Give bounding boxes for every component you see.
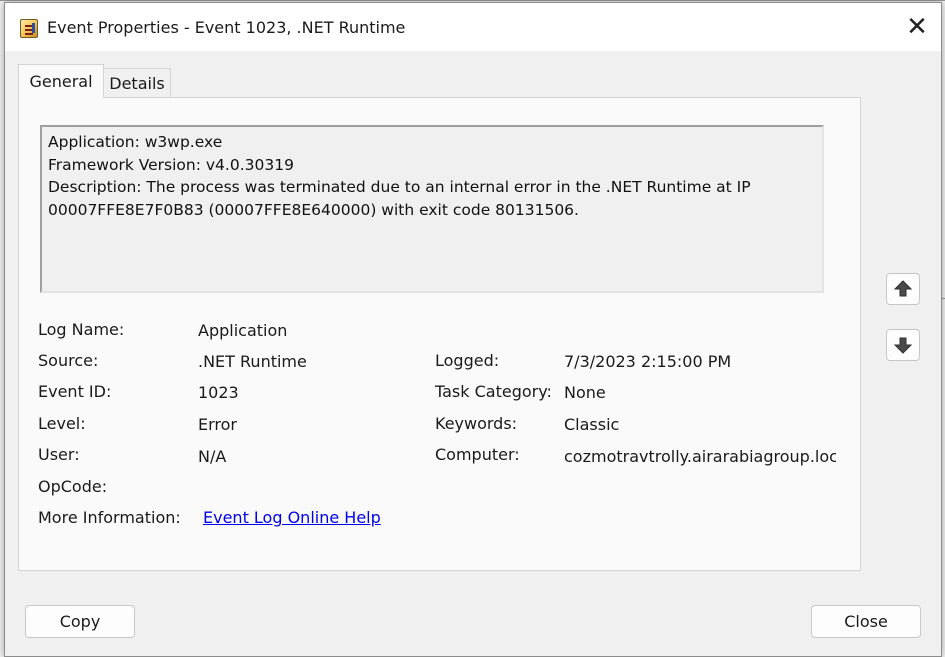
close-icon: ✕ (906, 12, 928, 42)
event-id-value: 1023 (198, 383, 239, 402)
keywords-label: Keywords: (435, 414, 518, 433)
user-label: User: (38, 445, 80, 464)
tab-general[interactable]: General (18, 64, 104, 98)
general-panel: Application: w3wp.exe Framework Version:… (18, 97, 861, 571)
task-category-value: None (564, 383, 606, 402)
event-properties-dialog: Event Properties - Event 1023, .NET Runt… (4, 2, 942, 657)
description-textbox[interactable]: Application: w3wp.exe Framework Version:… (40, 125, 824, 293)
keywords-value: Classic (564, 415, 620, 434)
logged-label: Logged: (435, 351, 500, 370)
backdrop-edge (0, 0, 945, 1)
logged-value: 7/3/2023 2:15:00 PM (564, 352, 732, 371)
description-line: Framework Version: v4.0.30319 (48, 155, 294, 174)
user-value: N/A (198, 447, 227, 466)
more-information-label: More Information: (38, 508, 181, 527)
window-title: Event Properties - Event 1023, .NET Runt… (47, 18, 406, 37)
description-line: Application: w3wp.exe (48, 133, 223, 151)
computer-label: Computer: (435, 445, 520, 464)
task-category-label: Task Category: (435, 382, 552, 401)
previous-event-button[interactable] (886, 273, 920, 305)
computer-value: cozmotravtrolly.airarabiagroup.local (564, 447, 836, 466)
description-line: Description: The process was terminated … (48, 178, 751, 196)
event-id-label: Event ID: (38, 382, 112, 401)
arrow-up-icon (893, 280, 913, 297)
opcode-label: OpCode: (38, 477, 108, 496)
event-viewer-icon (20, 19, 38, 38)
arrow-down-icon (893, 337, 913, 354)
tab-details[interactable]: Details (103, 68, 171, 98)
level-label: Level: (38, 414, 86, 433)
copy-button[interactable]: Copy (25, 605, 135, 638)
log-name-label: Log Name: (38, 320, 125, 339)
close-window-button[interactable]: ✕ (893, 3, 941, 51)
description-line: 00007FFE8E7F0B83 (00007FFE8E640000) with… (48, 200, 579, 219)
event-log-online-help-link[interactable]: Event Log Online Help (203, 508, 381, 527)
title-bar: Event Properties - Event 1023, .NET Runt… (5, 3, 941, 51)
source-label: Source: (38, 351, 99, 370)
next-event-button[interactable] (886, 329, 920, 361)
close-button[interactable]: Close (811, 605, 921, 638)
source-value: .NET Runtime (198, 352, 307, 371)
log-name-value: Application (198, 321, 288, 340)
level-value: Error (198, 415, 237, 434)
